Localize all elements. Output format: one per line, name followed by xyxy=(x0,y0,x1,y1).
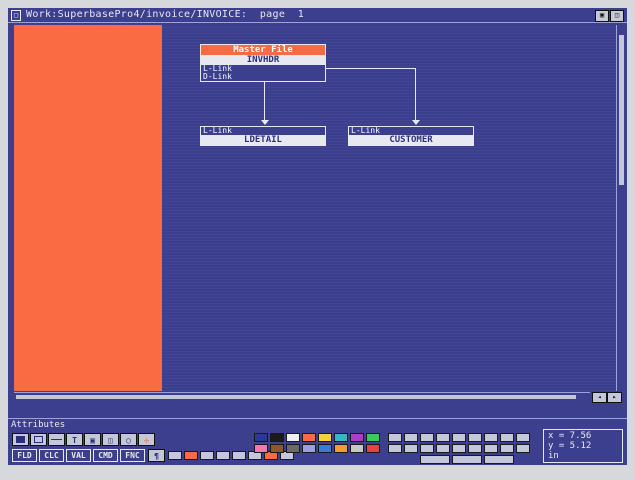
checkbox-style-icon[interactable] xyxy=(168,451,182,460)
line-icon[interactable] xyxy=(48,433,65,446)
ldetail-file-name: LDETAIL xyxy=(201,135,325,145)
superbase-window: □ Work:SuperbasePro4/invoice/INVOICE: pa… xyxy=(8,8,627,464)
page-margin-panel xyxy=(14,25,162,391)
connector-line xyxy=(415,68,416,124)
vertical-scroll-thumb[interactable] xyxy=(619,35,624,185)
paragraph-icon[interactable]: ¶ xyxy=(148,449,165,462)
horizontal-scrollbar[interactable] xyxy=(14,392,590,401)
pattern-swatch[interactable] xyxy=(404,433,418,442)
pattern-swatch[interactable] xyxy=(516,444,530,453)
ellipse-icon[interactable]: ◯ xyxy=(120,433,137,446)
clc-button[interactable]: CLC xyxy=(39,449,64,462)
pattern-swatch[interactable] xyxy=(484,433,498,442)
color-swatch[interactable] xyxy=(318,433,332,442)
zoom-gadget-icon[interactable]: ◫ xyxy=(610,10,624,22)
pattern-swatch[interactable] xyxy=(420,433,434,442)
color-swatch[interactable] xyxy=(302,433,316,442)
val-button[interactable]: VAL xyxy=(66,449,91,462)
customer-file-name: CUSTOMER xyxy=(349,135,473,145)
color-swatch[interactable] xyxy=(334,433,348,442)
master-link-2[interactable]: D-Link xyxy=(201,73,325,81)
crosshair-icon[interactable]: ✣ xyxy=(138,433,155,446)
close-gadget-icon[interactable]: □ xyxy=(11,10,21,21)
master-file-box[interactable]: Master File INVHDR L-Link D-Link xyxy=(200,44,326,82)
arrow-down-icon xyxy=(412,120,420,125)
arrow-down-icon xyxy=(261,120,269,125)
pattern-swatch[interactable] xyxy=(388,433,402,442)
arrow-style-icon[interactable] xyxy=(232,451,246,460)
unit-label: in xyxy=(548,451,559,461)
color-swatch[interactable] xyxy=(254,433,268,442)
scroll-left-icon[interactable]: ◂ xyxy=(592,392,607,403)
color-swatch[interactable] xyxy=(270,433,284,442)
customer-link[interactable]: L-Link xyxy=(349,127,473,135)
coordinate-readout: x = 7.56 y = 5.12 in xyxy=(543,429,623,463)
filled-rect-icon[interactable] xyxy=(12,433,29,446)
window-title: Work:SuperbasePro4/invoice/INVOICE: page… xyxy=(26,9,305,20)
connector-line xyxy=(325,68,415,69)
form-canvas[interactable]: Master File INVHDR L-Link D-Link L-Link … xyxy=(14,25,617,391)
horizontal-scroll-thumb[interactable] xyxy=(16,395,576,399)
cmd-button[interactable]: CMD xyxy=(93,449,118,462)
x-style-icon[interactable] xyxy=(216,451,230,460)
color-swatch[interactable] xyxy=(286,433,300,442)
x-style-icon[interactable] xyxy=(200,451,214,460)
pattern-swatch[interactable] xyxy=(436,444,450,453)
pattern-swatch[interactable] xyxy=(388,444,402,453)
x-coordinate: x = 7.56 xyxy=(548,431,592,441)
color-swatch[interactable] xyxy=(318,444,332,453)
pattern-swatch[interactable] xyxy=(468,433,482,442)
color-swatch[interactable] xyxy=(254,444,268,453)
depth-gadget-icon[interactable]: ▣ xyxy=(595,10,609,22)
pattern-swatch[interactable] xyxy=(420,444,434,453)
customer-file-box[interactable]: L-Link CUSTOMER xyxy=(348,126,474,146)
ldetail-link[interactable]: L-Link xyxy=(201,127,325,135)
text-icon[interactable]: T xyxy=(66,433,83,446)
connector-line xyxy=(264,81,265,124)
color-swatch[interactable] xyxy=(286,444,300,453)
scroll-right-icon[interactable]: ▸ xyxy=(607,392,622,403)
vertical-scrollbar[interactable] xyxy=(616,25,627,391)
pattern-swatch[interactable] xyxy=(468,444,482,453)
y-coordinate: y = 5.12 xyxy=(548,441,592,451)
pattern-swatch[interactable] xyxy=(500,444,514,453)
rect-icon[interactable] xyxy=(30,433,47,446)
ldetail-file-box[interactable]: L-Link LDETAIL xyxy=(200,126,326,146)
attributes-label: Attributes xyxy=(11,420,66,430)
line-style-swatch[interactable] xyxy=(420,455,450,464)
attributes-panel: Attributes T ▣ ◫ ◯ ✣ FLD CLC VAL CMD FNC… xyxy=(8,418,627,465)
line-style-swatch[interactable] xyxy=(484,455,514,464)
line-style-swatch[interactable] xyxy=(452,455,482,464)
pattern-swatch[interactable] xyxy=(516,433,530,442)
pattern-swatch[interactable] xyxy=(404,444,418,453)
pattern-swatch[interactable] xyxy=(452,433,466,442)
image-icon[interactable]: ▣ xyxy=(84,433,101,446)
pattern-swatch[interactable] xyxy=(484,444,498,453)
color-swatch[interactable] xyxy=(350,444,364,453)
color-swatch[interactable] xyxy=(302,444,316,453)
window-titlebar[interactable]: □ Work:SuperbasePro4/invoice/INVOICE: pa… xyxy=(8,8,627,23)
fld-button[interactable]: FLD xyxy=(12,449,37,462)
color-swatch[interactable] xyxy=(350,433,364,442)
cross-style-icon[interactable] xyxy=(184,451,198,460)
pattern-swatch[interactable] xyxy=(500,433,514,442)
clip-icon[interactable]: ◫ xyxy=(102,433,119,446)
master-file-header: Master File xyxy=(201,45,325,55)
pattern-swatch[interactable] xyxy=(436,433,450,442)
fnc-button[interactable]: FNC xyxy=(120,449,145,462)
color-swatch[interactable] xyxy=(334,444,348,453)
color-swatch[interactable] xyxy=(366,433,380,442)
pattern-swatch[interactable] xyxy=(452,444,466,453)
color-swatch[interactable] xyxy=(270,444,284,453)
color-swatch[interactable] xyxy=(366,444,380,453)
